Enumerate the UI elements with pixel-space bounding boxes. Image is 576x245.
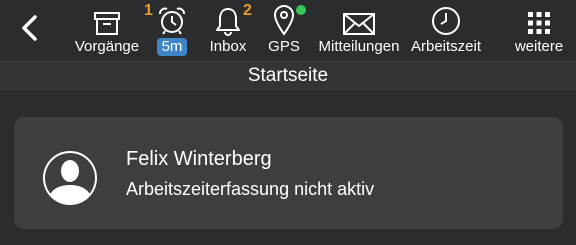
nav-label: weitere — [514, 38, 564, 55]
grid-dots-icon — [528, 12, 550, 34]
nav-item-gps[interactable]: GPS — [264, 0, 306, 61]
nav-label: GPS — [268, 38, 300, 55]
top-nav-bar: 1 Vorgänge 5m 2 Inbox GPS Mitteilungen A… — [0, 0, 576, 61]
nav-label: Inbox — [209, 38, 247, 55]
nav-item-inbox[interactable]: 2 Inbox — [208, 0, 252, 61]
nav-item-timer[interactable]: 5m — [152, 0, 192, 61]
nav-item-mitteilungen[interactable]: Mitteilungen — [315, 0, 403, 61]
bell-icon — [216, 8, 240, 36]
user-avatar-icon — [43, 151, 97, 205]
nav-item-weitere[interactable]: weitere — [512, 0, 566, 61]
nav-label: Arbeitszeit — [410, 38, 482, 55]
alarm-clock-icon — [159, 7, 185, 35]
user-name: Felix Winterberg — [126, 148, 272, 170]
nav-label: Mitteilungen — [318, 38, 400, 55]
nav-item-arbeitszeit[interactable]: Arbeitszeit — [408, 0, 484, 61]
clock-icon — [432, 7, 460, 35]
nav-item-vorgaenge[interactable]: 1 Vorgänge — [72, 0, 153, 61]
chevron-left-icon — [22, 15, 37, 41]
map-pin-icon — [273, 5, 295, 36]
archive-box-icon — [94, 12, 120, 35]
page-title: Startseite — [0, 61, 576, 90]
user-card[interactable]: Felix Winterberg Arbeitszeiterfassung ni… — [14, 117, 563, 229]
time-tracking-status: Arbeitszeiterfassung nicht aktiv — [126, 179, 375, 199]
back-button[interactable] — [12, 10, 46, 46]
gps-status-dot — [296, 5, 306, 15]
envelope-icon — [343, 13, 375, 35]
timer-badge: 5m — [156, 38, 188, 56]
badge-count: 2 — [243, 2, 252, 19]
nav-label: Vorgänge — [74, 38, 140, 55]
